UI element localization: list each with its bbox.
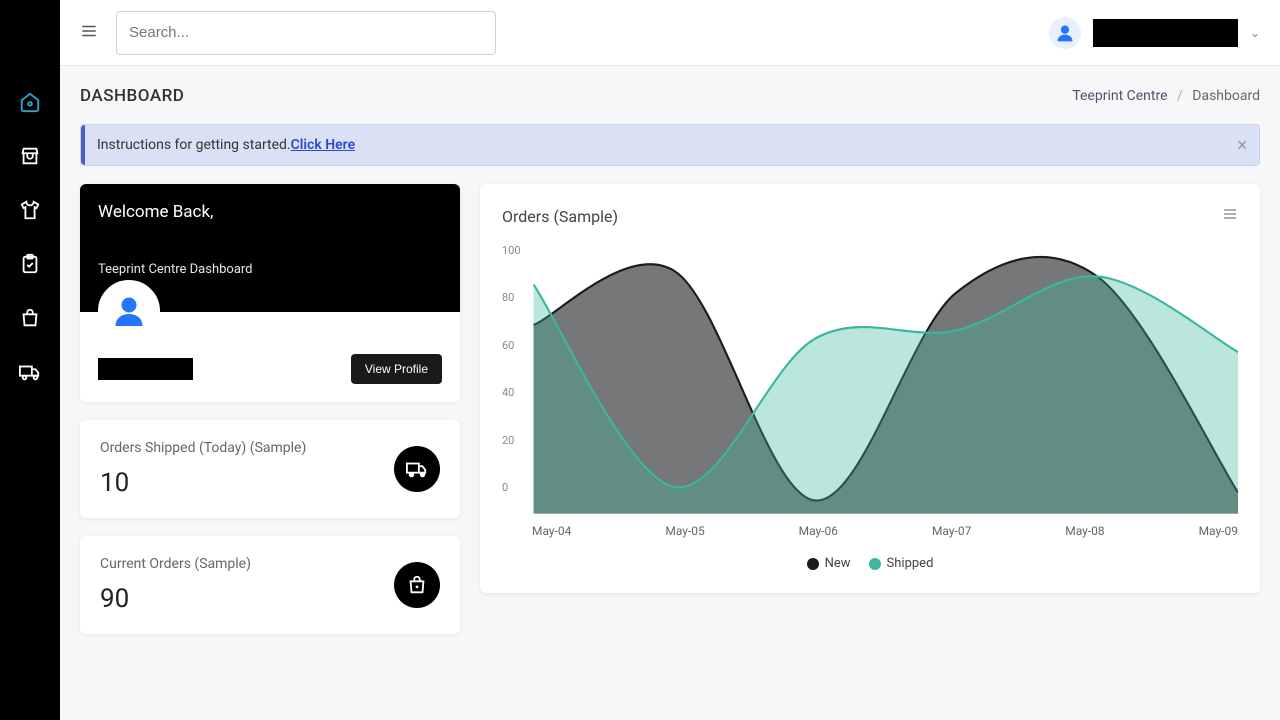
stat-card-current: Current Orders (Sample) 90 <box>80 536 460 634</box>
alert-banner: Instructions for getting started. Click … <box>80 124 1260 166</box>
truck-icon <box>394 446 440 492</box>
profile-avatar-icon <box>98 280 160 342</box>
chart-x-axis: May-04May-05May-06May-07May-08May-09 <box>502 524 1238 538</box>
shopping-bag-icon <box>19 307 41 329</box>
home-icon <box>19 91 41 113</box>
sidebar <box>0 0 60 720</box>
breadcrumb-current: Dashboard <box>1192 88 1260 104</box>
chart-card: Orders (Sample) 100806040200 May-04May-0… <box>480 184 1260 593</box>
breadcrumb: Teeprint Centre / Dashboard <box>1072 88 1260 104</box>
stat-shipped-label: Orders Shipped (Today) (Sample) <box>100 440 306 456</box>
breadcrumb-root[interactable]: Teeprint Centre <box>1072 88 1167 104</box>
stat-current-label: Current Orders (Sample) <box>100 556 251 572</box>
sidebar-item-shipping[interactable] <box>18 360 42 384</box>
sidebar-item-tasks[interactable] <box>18 252 42 276</box>
menu-icon <box>1222 206 1238 222</box>
user-avatar-icon <box>1049 17 1081 49</box>
stat-shipped-value: 10 <box>100 468 306 498</box>
alert-text: Instructions for getting started. <box>97 137 291 153</box>
shopping-bag-icon <box>394 562 440 608</box>
chart-title: Orders (Sample) <box>502 207 618 226</box>
chart-legend: New Shipped <box>502 556 1238 571</box>
shirt-icon <box>19 199 41 221</box>
page-title: DASHBOARD <box>80 86 184 106</box>
sidebar-item-orders[interactable] <box>18 306 42 330</box>
legend-item-shipped: Shipped <box>869 556 934 571</box>
stat-card-shipped: Orders Shipped (Today) (Sample) 10 <box>80 420 460 518</box>
menu-toggle-button[interactable] <box>80 22 98 44</box>
sidebar-item-dashboard[interactable] <box>18 90 42 114</box>
content: DASHBOARD Teeprint Centre / Dashboard In… <box>60 66 1280 720</box>
sidebar-item-products[interactable] <box>18 198 42 222</box>
menu-icon <box>80 22 98 40</box>
profile-name-redacted <box>98 358 193 380</box>
alert-link[interactable]: Click Here <box>291 137 355 153</box>
welcome-title: Welcome Back, <box>98 202 442 222</box>
legend-item-new: New <box>807 556 851 571</box>
view-profile-button[interactable]: View Profile <box>351 354 442 384</box>
header: ⌄ <box>60 0 1280 66</box>
chart-plot <box>502 244 1238 514</box>
chart-menu-button[interactable] <box>1222 206 1238 226</box>
welcome-subtitle: Teeprint Centre Dashboard <box>98 262 442 277</box>
store-icon <box>19 145 41 167</box>
clipboard-icon <box>19 253 41 275</box>
sidebar-item-store[interactable] <box>18 144 42 168</box>
user-name-redacted <box>1093 19 1238 47</box>
alert-close-button[interactable]: × <box>1237 135 1247 156</box>
stat-current-value: 90 <box>100 584 251 614</box>
chart-y-axis: 100806040200 <box>502 244 521 494</box>
search-input[interactable] <box>116 11 496 55</box>
truck-icon <box>19 361 41 383</box>
welcome-card: Welcome Back, Teeprint Centre Dashboard … <box>80 184 460 402</box>
chevron-down-icon: ⌄ <box>1250 26 1260 40</box>
user-menu[interactable]: ⌄ <box>1049 17 1260 49</box>
